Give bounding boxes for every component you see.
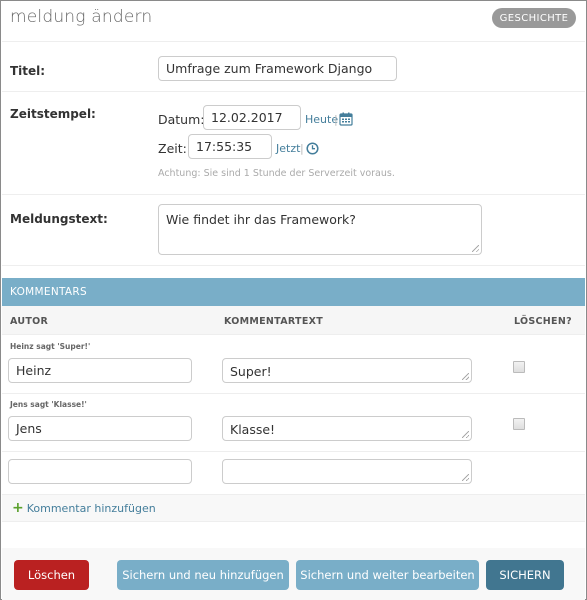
date-label: Datum: [158, 112, 205, 127]
column-header-kommentartext: Kommentartext [224, 316, 324, 327]
delete-button[interactable]: Löschen [14, 560, 89, 590]
autor-input[interactable] [8, 459, 192, 484]
time-input[interactable]: 17:55:35 [188, 134, 272, 159]
zeitstempel-label: Zeitstempel: [10, 107, 96, 121]
save-and-add-another-button[interactable]: Sichern und neu hinzufügen [117, 560, 289, 590]
add-comment-link[interactable]: + Kommentar hinzufügen [12, 500, 156, 516]
titel-label: Titel: [10, 64, 46, 78]
kommentartext-textarea[interactable]: Klasse! [222, 416, 472, 441]
inline-add-row: + Kommentar hinzufügen [2, 494, 585, 522]
meldungstext-value: Wie findet ihr das Framework? [166, 212, 356, 227]
delete-checkbox[interactable] [513, 361, 525, 373]
titel-input[interactable]: Umfrage zum Framework Django [158, 56, 397, 81]
meldungstext-label: Meldungstext: [10, 212, 108, 226]
inline-row-original: Jens sagt 'Klasse!' [10, 400, 87, 409]
resize-grip-icon[interactable] [462, 373, 469, 380]
submit-row: Löschen Sichern und neu hinzufügen Siche… [2, 548, 585, 600]
time-value: 17:55:35 [196, 139, 253, 154]
divider [2, 41, 585, 42]
divider [2, 265, 585, 266]
time-label: Zeit: [158, 141, 187, 156]
page-title: meldung ändern [10, 7, 153, 27]
separator: | [300, 142, 304, 155]
inline-group-header: Kommentars [2, 278, 585, 306]
history-button[interactable]: Geschichte [492, 8, 576, 28]
divider [2, 451, 585, 452]
plus-icon: + [12, 500, 24, 516]
separator: | [334, 113, 338, 126]
add-comment-label: Kommentar hinzufügen [26, 502, 156, 515]
kommentartext-textarea[interactable] [222, 459, 472, 484]
resize-grip-icon[interactable] [472, 245, 479, 252]
kommentartext-value: Super! [230, 364, 272, 379]
save-and-continue-button[interactable]: Sichern und weiter bearbeiten [296, 560, 479, 590]
inline-table-header: Autor Kommentartext Löschen? [2, 306, 585, 335]
divider [2, 393, 585, 394]
autor-value: Heinz [16, 363, 52, 378]
column-header-autor: Autor [10, 316, 49, 327]
titel-value: Umfrage zum Framework Django [166, 61, 373, 76]
date-value: 12.02.2017 [211, 110, 283, 125]
kommentartext-textarea[interactable]: Super! [222, 358, 472, 383]
delete-checkbox[interactable] [513, 418, 525, 430]
save-button[interactable]: Sichern [486, 560, 564, 590]
now-link[interactable]: Jetzt [276, 142, 300, 155]
kommentartext-value: Klasse! [230, 422, 276, 437]
autor-value: Jens [16, 421, 42, 436]
autor-input[interactable]: Jens [8, 416, 192, 441]
calendar-icon[interactable] [339, 112, 353, 126]
divider [2, 194, 585, 195]
date-input[interactable]: 12.02.2017 [203, 105, 301, 130]
autor-input[interactable]: Heinz [8, 358, 192, 383]
inline-row-original: Heinz sagt 'Super!' [10, 342, 91, 351]
column-header-loeschen: Löschen? [514, 316, 572, 327]
resize-grip-icon[interactable] [462, 474, 469, 481]
change-form-window: meldung ändern Geschichte Titel: Umfrage… [0, 0, 587, 600]
clock-icon[interactable] [306, 142, 319, 155]
resize-grip-icon[interactable] [462, 431, 469, 438]
timezone-note: Achtung: Sie sind 1 Stunde der Serverzei… [158, 168, 395, 179]
meldungstext-textarea[interactable]: Wie findet ihr das Framework? [158, 204, 482, 255]
divider [2, 91, 585, 92]
inline-group-title: Kommentars [10, 286, 87, 298]
